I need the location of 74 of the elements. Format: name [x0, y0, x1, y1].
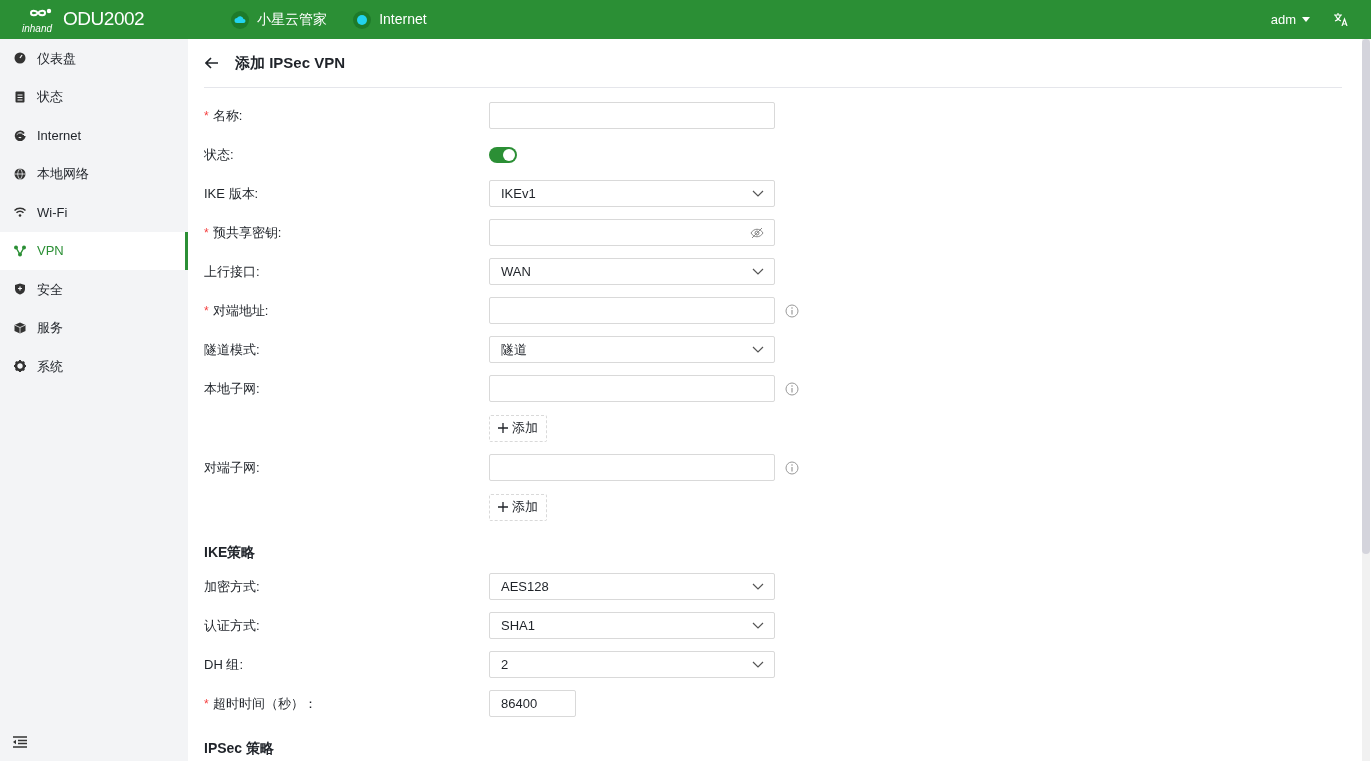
shield-icon	[14, 283, 26, 296]
field-label: 状态:	[204, 145, 234, 164]
field-label: 上行接口:	[204, 262, 260, 281]
scrollbar[interactable]	[1362, 39, 1370, 761]
sidebar-item[interactable]: 状态	[0, 77, 188, 116]
collapse-menu-icon[interactable]	[13, 736, 27, 748]
select-field[interactable]: IKEv1	[489, 180, 775, 207]
document-icon	[14, 90, 26, 103]
sidebar-item[interactable]: 系统	[0, 347, 188, 386]
add-button[interactable]: 添加	[489, 414, 547, 442]
field-label: 认证方式:	[204, 616, 260, 635]
field-label: 隧道模式:	[204, 340, 260, 359]
eye-slash-icon	[750, 226, 764, 239]
field-label: 加密方式:	[204, 577, 260, 596]
status-label: 小星云管家	[257, 10, 328, 29]
chevron-down-icon	[752, 346, 764, 353]
field-label: 超时时间（秒）：	[212, 694, 317, 713]
section-heading: IKE策略	[204, 543, 256, 562]
cloud-icon	[231, 10, 250, 29]
gauge-icon	[14, 52, 26, 65]
back-arrow-icon[interactable]	[205, 57, 219, 69]
wifi-icon	[14, 206, 26, 219]
user-menu[interactable]: adm	[1270, 9, 1310, 30]
section-heading: IPSec 策略	[204, 739, 275, 758]
status-toggle[interactable]	[489, 146, 517, 163]
network-nodes-icon	[14, 244, 26, 257]
select-field[interactable]: AES128	[489, 573, 775, 600]
sidebar-item[interactable]: 服务	[0, 308, 188, 347]
select-field[interactable]: 隧道	[489, 336, 775, 363]
field-label: 对端子网:	[204, 458, 260, 477]
sidebar-item[interactable]: Internet	[0, 116, 188, 155]
gear-icon	[14, 360, 26, 373]
plus-icon	[498, 502, 508, 512]
status-label: Internet	[379, 10, 427, 29]
page-title: 添加 IPSec VPN	[235, 52, 346, 73]
input-field[interactable]	[489, 454, 775, 481]
field-label: 名称:	[212, 106, 243, 125]
logo-text: inhand	[22, 23, 53, 34]
product-name: ODU2002	[63, 7, 145, 32]
swirl-logo-icon	[28, 6, 54, 19]
sidebar-item[interactable]: 仪表盘	[0, 39, 188, 78]
required-asterisk: *	[204, 695, 209, 713]
field-label: DH 组:	[204, 655, 243, 674]
required-asterisk: *	[204, 107, 209, 125]
sidebar-item[interactable]: 本地网络	[0, 154, 188, 193]
input-field[interactable]	[489, 102, 775, 129]
input-field[interactable]	[489, 297, 775, 324]
chevron-down-icon	[752, 190, 764, 197]
caret-icon	[1302, 17, 1310, 22]
chevron-down-icon	[752, 622, 764, 629]
select-field[interactable]: SHA1	[489, 612, 775, 639]
chevron-down-icon	[752, 583, 764, 590]
chevron-down-icon	[752, 661, 764, 668]
input-field[interactable]	[489, 375, 775, 402]
field-label: 预共享密钥:	[212, 223, 282, 242]
chevron-down-icon	[752, 268, 764, 275]
cube-icon	[14, 321, 26, 334]
password-field[interactable]	[489, 219, 775, 246]
add-button[interactable]: 添加	[489, 493, 547, 521]
sidebar-item[interactable]: VPN	[0, 231, 188, 270]
translate-icon[interactable]	[1334, 13, 1348, 26]
field-label: 对端地址:	[212, 301, 269, 320]
field-label: 本地子网:	[204, 379, 260, 398]
required-asterisk: *	[204, 224, 209, 242]
field-label: IKE 版本:	[204, 184, 259, 203]
plus-icon	[498, 423, 508, 433]
input-field[interactable]: 86400	[489, 690, 576, 717]
required-asterisk: *	[204, 302, 209, 320]
sidebar-item[interactable]: Wi-Fi	[0, 193, 188, 232]
globe-icon	[14, 167, 26, 180]
select-field[interactable]: 2	[489, 651, 775, 678]
sidebar-item[interactable]: 安全	[0, 270, 188, 309]
browser-e-icon	[14, 129, 26, 142]
select-field[interactable]: WAN	[489, 258, 775, 285]
